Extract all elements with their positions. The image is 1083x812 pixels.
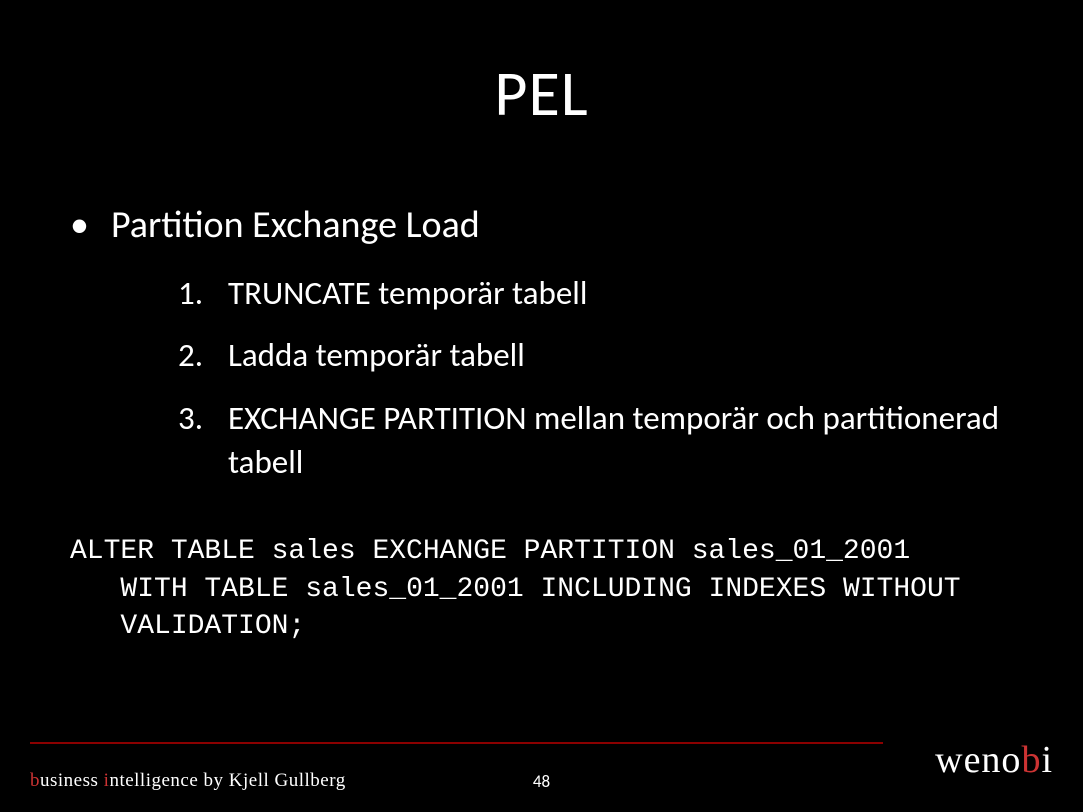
list-item: 2. Ladda temporär tabell bbox=[178, 333, 1013, 378]
tagline-part: usiness bbox=[40, 770, 104, 791]
slide-footer: business intelligence by Kjell Gullberg … bbox=[0, 742, 1083, 812]
numbered-list: 1. TRUNCATE temporär tabell 2. Ladda tem… bbox=[70, 271, 1013, 485]
logo-part-weno: weno bbox=[935, 739, 1021, 781]
list-item-text: EXCHANGE PARTITION mellan temporär och p… bbox=[228, 396, 1013, 485]
code-block: ALTER TABLE sales EXCHANGE PARTITION sal… bbox=[70, 533, 1013, 646]
tagline-letter-b: b bbox=[30, 770, 40, 791]
page-number: 48 bbox=[533, 771, 550, 792]
list-item-text: TRUNCATE temporär tabell bbox=[228, 271, 1013, 316]
footer-divider bbox=[30, 742, 883, 744]
logo: wenobi bbox=[935, 738, 1053, 782]
logo-part-b: b bbox=[1021, 739, 1041, 781]
footer-tagline: business intelligence by Kjell Gullberg bbox=[30, 770, 346, 792]
number-marker: 2. bbox=[178, 333, 228, 378]
list-item-text: Ladda temporär tabell bbox=[228, 333, 1013, 378]
list-item: 1. TRUNCATE temporär tabell bbox=[178, 271, 1013, 316]
bullet-item: • Partition Exchange Load bbox=[70, 203, 1013, 249]
number-marker: 1. bbox=[178, 271, 228, 316]
logo-part-i: i bbox=[1041, 739, 1053, 781]
bullet-text: Partition Exchange Load bbox=[111, 203, 480, 249]
bullet-marker: • bbox=[70, 203, 89, 249]
number-marker: 3. bbox=[178, 396, 228, 441]
slide-content: • Partition Exchange Load 1. TRUNCATE te… bbox=[0, 133, 1083, 646]
list-item: 3. EXCHANGE PARTITION mellan temporär oc… bbox=[178, 396, 1013, 485]
tagline-part: ntelligence by Kjell Gullberg bbox=[109, 770, 345, 791]
slide: PEL • Partition Exchange Load 1. TRUNCAT… bbox=[0, 0, 1083, 812]
slide-title: PEL bbox=[0, 0, 1083, 133]
